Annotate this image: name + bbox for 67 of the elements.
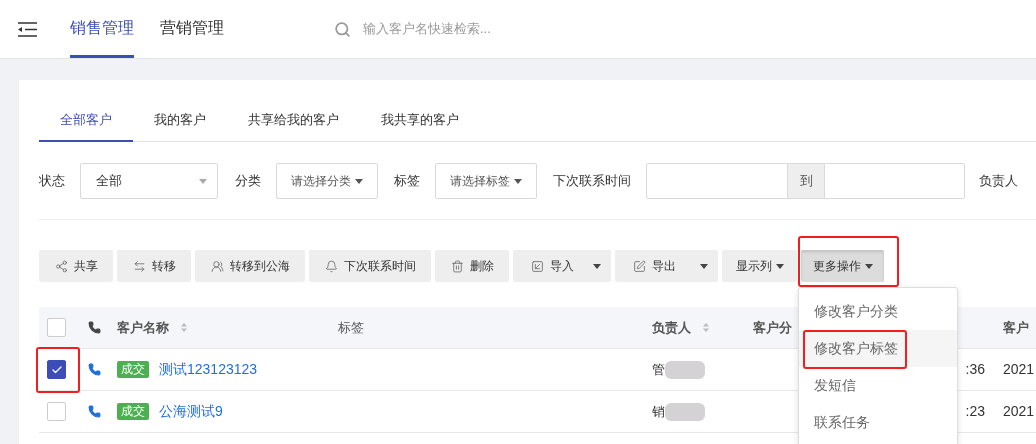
date-to-field[interactable] xyxy=(824,163,965,199)
square-pen-icon xyxy=(633,259,646,273)
menu-item[interactable]: 发短信 xyxy=(799,367,957,404)
column-header: 负责人 xyxy=(652,318,691,337)
tab[interactable]: 我共享的客户 xyxy=(360,100,480,142)
time-cell: :36 xyxy=(965,361,985,377)
filter-dropdown[interactable]: 请选择标签 xyxy=(435,163,537,199)
nav-tab[interactable]: 销售管理 xyxy=(70,0,134,58)
filter-dropdown[interactable]: 请选择分类 xyxy=(276,163,378,199)
customer-link[interactable]: 公海测试9 xyxy=(159,401,223,422)
toolbar-button[interactable]: 转移 xyxy=(117,250,191,282)
status-tag: 成交 xyxy=(117,403,149,420)
toolbar-button[interactable]: 删除 xyxy=(435,250,509,282)
menu-collapse-icon[interactable] xyxy=(18,21,37,37)
toolbar-button[interactable]: 导出 xyxy=(615,250,718,282)
filter-label: 状态 xyxy=(39,172,65,191)
phone-icon xyxy=(88,321,101,334)
checkbox[interactable] xyxy=(47,360,66,379)
tab[interactable]: 共享给我的客户 xyxy=(227,100,360,142)
trash-icon xyxy=(450,259,464,273)
toolbar-button[interactable]: 转移到公海 xyxy=(195,250,305,282)
menu-item[interactable]: 修改客户标签 xyxy=(799,330,957,367)
phone-icon[interactable] xyxy=(88,405,101,418)
filter-label: 下次联系时间 xyxy=(553,172,631,191)
time-cell: :23 xyxy=(965,403,985,419)
date-from-field[interactable] xyxy=(646,163,788,199)
bell-icon xyxy=(324,259,338,273)
table-cell: 2021 xyxy=(1003,361,1035,377)
caret-icon xyxy=(355,178,363,184)
sort-icon[interactable] xyxy=(181,323,187,332)
tab[interactable]: 我的客户 xyxy=(133,100,227,142)
dropdown-button[interactable]: 显示列 xyxy=(722,250,797,282)
caret-icon xyxy=(700,263,708,269)
column-header: 客户名称 xyxy=(117,318,169,337)
caret-icon xyxy=(199,178,207,184)
search-icon xyxy=(334,20,351,38)
sort-icon[interactable] xyxy=(703,323,709,332)
filter-label: 标签 xyxy=(394,172,420,191)
column-header: 客户分 xyxy=(753,319,792,335)
menu-item[interactable]: 修改客户分类 xyxy=(799,293,957,330)
owner-name: 管 xyxy=(652,360,665,379)
toolbar-button[interactable]: 导入 xyxy=(513,250,611,282)
dropdown-button[interactable]: 更多操作 xyxy=(801,250,884,282)
caret-icon xyxy=(864,263,873,269)
toolbar-button[interactable]: 共享 xyxy=(39,250,113,282)
filter-label: 分类 xyxy=(235,172,261,191)
column-header: 标签 xyxy=(338,319,364,335)
filter-label: 负责人 xyxy=(979,172,1018,191)
nav-tab[interactable]: 营销管理 xyxy=(160,0,224,58)
column-header: 客户 xyxy=(1003,319,1029,335)
table-cell: 2021 xyxy=(1003,403,1035,419)
customer-link[interactable]: 测试123123123 xyxy=(159,359,258,380)
caret-icon xyxy=(514,178,522,184)
status-tag: 成交 xyxy=(117,361,149,378)
phone-icon[interactable] xyxy=(88,363,101,376)
swap-arrows-icon xyxy=(132,259,146,273)
range-separator: 到 xyxy=(788,163,824,199)
caret-icon xyxy=(593,263,601,269)
tab[interactable]: 全部客户 xyxy=(39,100,133,142)
menu-item[interactable]: 联系任务 xyxy=(799,404,957,441)
search-field[interactable]: 输入客户名快速检索... xyxy=(363,19,583,39)
status-select[interactable]: 全部 xyxy=(80,163,218,199)
owner-name: 销 xyxy=(652,402,665,421)
caret-icon xyxy=(775,263,784,269)
toolbar-button[interactable]: 下次联系时间 xyxy=(309,250,431,282)
share-icon xyxy=(54,259,68,273)
people-icon xyxy=(210,259,224,273)
